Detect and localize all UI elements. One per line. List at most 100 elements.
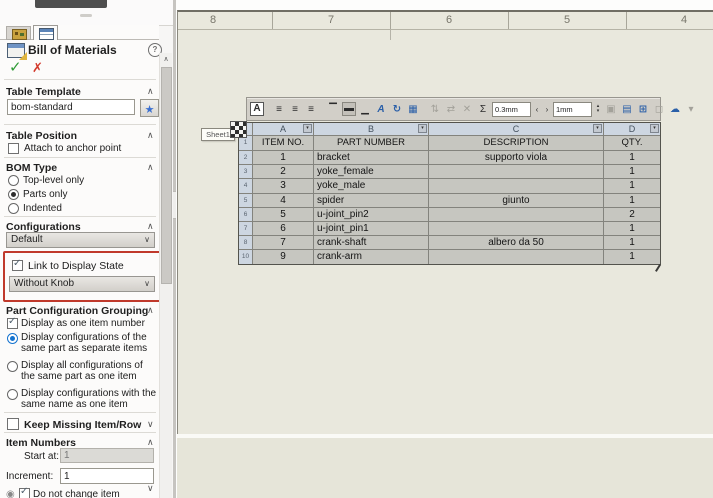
column-header-c[interactable]: C▾ (429, 123, 603, 135)
header-cell[interactable]: ITEM NO. (253, 136, 313, 150)
part-cell[interactable]: u-joint_pin1 (314, 222, 428, 235)
display-state-dropdown[interactable]: Without Knob ∨ (9, 276, 155, 292)
item-cell[interactable]: 5 (253, 208, 313, 221)
collapse-icon[interactable]: ∧ (147, 437, 154, 448)
spin-down-icon[interactable]: ▾ (594, 109, 602, 114)
row-number[interactable]: 2 (239, 151, 252, 164)
column-menu-icon[interactable]: ▾ (303, 124, 312, 133)
qty-cell[interactable]: 1 (604, 179, 660, 192)
qty-cell[interactable]: 1 (604, 236, 660, 249)
collapse-icon[interactable]: ∧ (147, 221, 154, 232)
collapse-icon[interactable]: ∧ (147, 305, 154, 316)
attach-anchor-checkbox[interactable] (8, 143, 19, 154)
cloud-icon[interactable]: ☁ (668, 102, 682, 117)
radio-indented[interactable] (8, 203, 19, 214)
header-cell[interactable]: QTY. (604, 136, 660, 150)
increase-button[interactable]: › (543, 103, 551, 116)
item-cell[interactable]: 2 (253, 165, 313, 178)
part-cell[interactable]: u-joint_pin2 (314, 208, 428, 221)
cancel-button[interactable]: ✗ (32, 60, 43, 76)
template-input[interactable] (7, 99, 135, 115)
desc-cell[interactable] (429, 250, 603, 263)
qty-cell[interactable]: 2 (604, 208, 660, 221)
rotate-text-icon[interactable]: A (374, 102, 388, 117)
desc-cell[interactable]: giunto (429, 194, 603, 207)
tab-feature-manager[interactable] (6, 26, 31, 40)
column-menu-icon[interactable]: ▾ (418, 124, 427, 133)
table-format-icon[interactable]: ▤ (620, 102, 634, 117)
item-cell[interactable]: 4 (253, 194, 313, 207)
qty-cell[interactable]: 1 (604, 250, 660, 263)
align-left-icon[interactable]: ≡ (272, 102, 286, 117)
row-height-spinner[interactable]: ▴ ▾ (594, 104, 602, 114)
item-cell[interactable]: 3 (253, 179, 313, 192)
item-cell[interactable]: 9 (253, 250, 313, 263)
row-number[interactable]: 10 (239, 250, 252, 263)
collapse-icon[interactable]: ∧ (147, 86, 154, 97)
header-cell[interactable]: PART NUMBER (314, 136, 428, 150)
decrease-button[interactable]: ‹ (533, 103, 541, 116)
panel-grip-handle[interactable] (80, 14, 92, 17)
bom-table[interactable]: A▾ B▾ C▾ D▾ 1 ITEM NO. PART NUMBER DESCR… (238, 122, 661, 265)
item-cell[interactable]: 1 (253, 151, 313, 164)
expand-icon[interactable]: ∨ (147, 483, 154, 494)
align-top-icon[interactable]: ▔ (326, 102, 340, 117)
insert-table-icon[interactable]: ⊞ (636, 102, 650, 117)
format-text-icon[interactable]: A (250, 102, 264, 116)
desc-cell[interactable]: supporto viola (429, 151, 603, 164)
qty-cell[interactable]: 1 (604, 151, 660, 164)
align-bottom-icon[interactable]: ▁ (358, 102, 372, 117)
link-display-state-checkbox[interactable]: ✓ (12, 260, 23, 271)
part-cell[interactable]: bracket (314, 151, 428, 164)
scrollbar-thumb[interactable] (161, 67, 172, 284)
panel-scrollbar[interactable]: ∧ (159, 53, 172, 498)
row-number[interactable]: 1 (239, 136, 252, 150)
part-cell[interactable]: yoke_female (314, 165, 428, 178)
align-center-icon[interactable]: ≡ (288, 102, 302, 117)
expand-icon[interactable]: ∨ (147, 419, 154, 430)
qty-cell[interactable]: 1 (604, 222, 660, 235)
start-at-input[interactable] (60, 448, 154, 463)
do-not-change-checkbox[interactable]: ✓ (19, 488, 30, 498)
ok-button[interactable]: ✓ (9, 58, 22, 76)
display-one-item-checkbox[interactable]: ✓ (7, 318, 18, 329)
rotate-view-icon[interactable]: ↻ (390, 102, 404, 117)
radio-configs-separate-items[interactable] (7, 333, 18, 344)
keep-missing-checkbox[interactable] (7, 418, 19, 430)
tab-property-manager[interactable] (33, 25, 58, 40)
scroll-up-icon[interactable]: ∧ (160, 55, 172, 63)
qty-cell[interactable]: 1 (604, 165, 660, 178)
row-number[interactable]: 7 (239, 222, 252, 235)
increment-input[interactable] (60, 468, 154, 484)
border-thickness-input[interactable] (492, 102, 531, 117)
radio-parts-only[interactable] (8, 189, 19, 200)
column-header-d[interactable]: D▾ (604, 123, 660, 135)
desc-cell[interactable] (429, 165, 603, 178)
collapse-icon[interactable]: ∧ (147, 162, 154, 173)
row-height-input[interactable] (553, 102, 592, 117)
row-number[interactable]: 5 (239, 194, 252, 207)
header-cell[interactable]: DESCRIPTION (429, 136, 603, 150)
cell-border-icon[interactable]: ▦ (406, 102, 420, 117)
column-menu-icon[interactable]: ▾ (593, 124, 602, 133)
desc-cell[interactable]: albero da 50 (429, 236, 603, 249)
item-cell[interactable]: 7 (253, 236, 313, 249)
desc-cell[interactable] (429, 208, 603, 221)
part-cell[interactable]: crank-arm (314, 250, 428, 263)
desc-cell[interactable] (429, 179, 603, 192)
row-number[interactable]: 3 (239, 165, 252, 178)
more-options-icon[interactable]: ▾ (684, 102, 698, 117)
configuration-dropdown[interactable]: Default ∨ (6, 232, 155, 248)
qty-cell[interactable]: 1 (604, 194, 660, 207)
column-header-a[interactable]: A▾ (253, 123, 313, 135)
column-header-b[interactable]: B▾ (314, 123, 428, 135)
row-number[interactable]: 4 (239, 179, 252, 192)
row-number[interactable]: 6 (239, 208, 252, 221)
radio-same-name-one-item[interactable] (7, 389, 18, 400)
part-cell[interactable]: spider (314, 194, 428, 207)
align-right-icon[interactable]: ≡ (304, 102, 318, 117)
radio-top-level-only[interactable] (8, 175, 19, 186)
table-move-handle[interactable] (230, 121, 247, 138)
part-cell[interactable]: crank-shaft (314, 236, 428, 249)
item-cell[interactable]: 6 (253, 222, 313, 235)
